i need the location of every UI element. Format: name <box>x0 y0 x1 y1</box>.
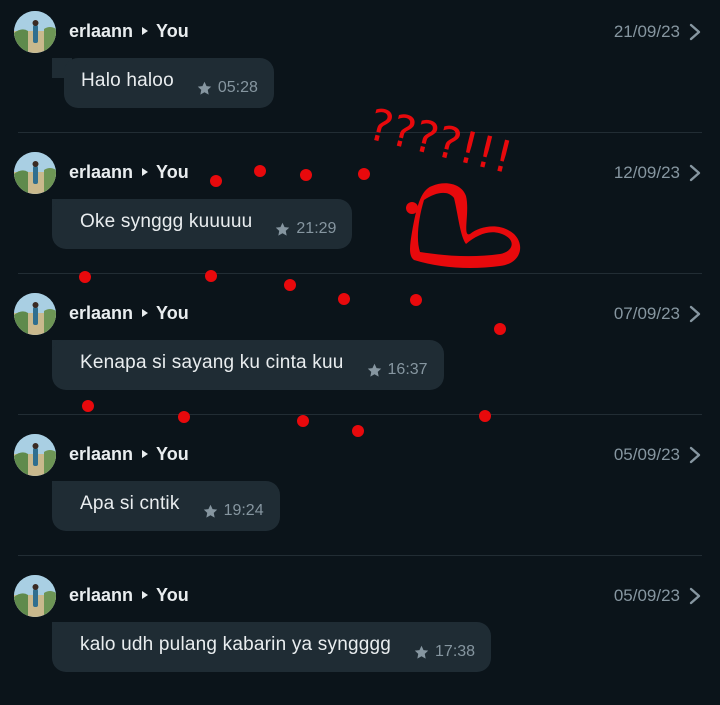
starred-message-item[interactable]: erlaann You 21/09/23 Halo haloo 05:28 <box>0 0 720 141</box>
arrow-right-icon <box>142 591 149 600</box>
avatar[interactable] <box>14 152 56 194</box>
message-bubble[interactable]: Oke synggg kuuuuu 21:29 <box>52 199 353 249</box>
sender-line: erlaann You <box>69 444 189 465</box>
starred-message-item[interactable]: erlaann You 07/09/23 Kenapa si sayang ku … <box>0 282 720 423</box>
message-text: Kenapa si sayang ku cinta kuu <box>80 352 344 373</box>
sender-line: erlaann You <box>69 303 189 324</box>
message-date: 05/09/23 <box>613 445 680 464</box>
recipient-name: You <box>156 162 189 182</box>
recipient-name: You <box>156 303 189 323</box>
message-time: 05:28 <box>217 79 258 96</box>
message-text: Apa si cntik <box>80 493 180 514</box>
arrow-right-icon <box>142 168 149 177</box>
avatar[interactable] <box>14 11 56 53</box>
sender-name: erlaann <box>69 585 134 605</box>
star-icon <box>276 222 290 236</box>
message-text: Halo haloo <box>81 70 174 91</box>
sender-name: erlaann <box>69 21 134 41</box>
message-time: 19:24 <box>223 502 264 519</box>
arrow-right-icon <box>142 27 149 36</box>
sender-name: erlaann <box>69 303 134 323</box>
message-meta: 16:37 <box>366 361 428 379</box>
arrow-right-icon <box>142 450 149 459</box>
message-date: 21/09/23 <box>613 22 680 41</box>
starred-message-item[interactable]: erlaann You 05/09/23 Apa si cntik 19:24 <box>0 423 720 564</box>
arrow-right-icon <box>142 309 149 318</box>
message-bubble[interactable]: Halo haloo 05:28 <box>64 58 274 108</box>
avatar[interactable] <box>14 575 56 617</box>
message-meta: 17:38 <box>413 643 475 661</box>
star-icon <box>203 504 217 518</box>
chevron-right-icon[interactable] <box>686 22 704 42</box>
chevron-right-icon[interactable] <box>686 586 704 606</box>
avatar-photo <box>14 293 56 335</box>
starred-message-item[interactable]: erlaann You 12/09/23 Oke synggg kuuuuu 21… <box>0 141 720 282</box>
avatar-photo <box>14 11 56 53</box>
recipient-name: You <box>156 21 189 41</box>
sender-line: erlaann You <box>69 21 189 42</box>
message-time: 17:38 <box>435 643 476 660</box>
recipient-name: You <box>156 585 189 605</box>
message-bubble[interactable]: kalo udh pulang kabarin ya syngggg 17:38 <box>52 622 492 672</box>
divider <box>18 414 702 415</box>
message-date: 05/09/23 <box>613 586 680 605</box>
message-text: kalo udh pulang kabarin ya syngggg <box>80 634 392 655</box>
message-meta: 19:24 <box>202 502 264 520</box>
avatar-photo <box>14 434 56 476</box>
message-meta: 05:28 <box>196 79 258 97</box>
divider <box>18 132 702 133</box>
star-icon <box>197 81 212 95</box>
chevron-right-icon[interactable] <box>686 445 704 465</box>
divider <box>18 273 702 274</box>
message-time: 16:37 <box>387 361 428 378</box>
sender-name: erlaann <box>69 162 134 182</box>
sender-line: erlaann You <box>69 585 189 606</box>
message-text: Oke synggg kuuuuu <box>80 211 253 232</box>
chevron-right-icon[interactable] <box>686 163 704 183</box>
starred-message-item[interactable]: erlaann You 05/09/23 kalo udh pulang kaba… <box>0 564 720 705</box>
star-icon <box>414 645 429 659</box>
message-bubble[interactable]: Apa si cntik 19:24 <box>52 481 280 531</box>
message-date: 07/09/23 <box>613 304 680 323</box>
divider <box>18 555 702 556</box>
message-date: 12/09/23 <box>613 163 680 182</box>
star-icon <box>367 363 381 377</box>
message-time: 21:29 <box>296 220 337 237</box>
avatar-photo <box>14 575 56 617</box>
message-bubble[interactable]: Kenapa si sayang ku cinta kuu 16:37 <box>52 340 444 390</box>
avatar[interactable] <box>14 293 56 335</box>
avatar[interactable] <box>14 434 56 476</box>
avatar-photo <box>14 152 56 194</box>
recipient-name: You <box>156 444 189 464</box>
chevron-right-icon[interactable] <box>686 304 704 324</box>
message-meta: 21:29 <box>274 220 336 238</box>
sender-line: erlaann You <box>69 162 189 183</box>
sender-name: erlaann <box>69 444 134 464</box>
